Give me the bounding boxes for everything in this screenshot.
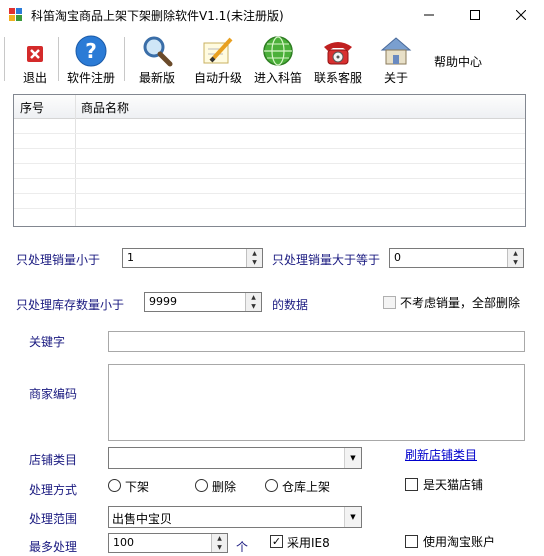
mode-label-delist: 下架	[125, 480, 150, 494]
mode-label-delete: 删除	[212, 480, 237, 494]
help-center-button[interactable]: 帮助中心	[430, 53, 486, 73]
grid-row-line	[14, 163, 525, 164]
max-value: 100	[113, 536, 134, 549]
contact-support-button[interactable]: 联系客服	[310, 35, 366, 85]
chevron-down-icon[interactable]: ▼	[344, 507, 361, 527]
toolbar-separator	[4, 37, 5, 81]
scope-select[interactable]: 出售中宝贝 ▼	[108, 506, 362, 528]
ignore-sales-label: 不考虑销量，全部删除	[400, 296, 521, 310]
close-icon	[516, 10, 526, 20]
auto-upgrade-button[interactable]: 自动升级	[190, 35, 246, 85]
max-spinner[interactable]: 100 ▲ ▼	[108, 533, 228, 553]
stock-lt-value: 9999	[149, 295, 177, 308]
exit-label: 退出	[22, 71, 47, 85]
spin-down-icon[interactable]: ▼	[212, 543, 227, 552]
ignore-sales-checkbox[interactable]	[383, 296, 396, 309]
grid-row-line	[14, 178, 525, 179]
grid-row-line	[14, 133, 525, 134]
sales-lt-label: 只处理销量小于	[16, 253, 101, 267]
latest-version-label: 最新版	[138, 71, 175, 85]
spin-down-icon[interactable]: ▼	[247, 258, 262, 267]
grid-row-line	[14, 208, 525, 209]
sales-gte-spinner[interactable]: 0 ▲ ▼	[389, 248, 524, 268]
column-header-product-name[interactable]: 商品名称	[81, 99, 129, 116]
grid-row-line	[14, 148, 525, 149]
pen-icon	[203, 37, 233, 64]
toolbar-separator	[58, 37, 59, 81]
maximize-button[interactable]	[452, 0, 498, 30]
keyword-label: 关键字	[29, 335, 66, 349]
latest-version-button[interactable]: 最新版	[135, 35, 179, 85]
help-center-label: 帮助中心	[433, 55, 482, 69]
use-ie8-label: 采用IE8	[287, 536, 330, 550]
column-header-index[interactable]: 序号	[20, 99, 44, 116]
minimize-button[interactable]	[406, 0, 452, 30]
globe-icon	[263, 36, 293, 66]
mode-radio-delete[interactable]	[195, 479, 208, 492]
enter-kedi-label: 进入科笛	[253, 71, 302, 85]
tmall-checkbox[interactable]	[405, 478, 418, 491]
toolbar: 退出 ? 软件注册 最新版 自动升级 进入科笛 联系客服 关于 帮助中心	[0, 31, 544, 87]
window-title: 科笛淘宝商品上架下架删除软件V1.1(未注册版)	[31, 9, 284, 23]
mode-radio-warehouse[interactable]	[265, 479, 278, 492]
exit-icon	[27, 46, 43, 62]
enter-kedi-button[interactable]: 进入科笛	[250, 35, 306, 85]
mode-radio-delist[interactable]	[108, 479, 121, 492]
register-label: 软件注册	[66, 71, 115, 85]
merchant-code-textarea[interactable]	[108, 364, 525, 441]
keyword-input[interactable]	[108, 331, 525, 352]
max-label: 最多处理	[29, 540, 78, 554]
register-button[interactable]: ? 软件注册	[63, 35, 119, 85]
app-icon	[9, 8, 22, 21]
column-divider	[75, 95, 76, 226]
house-icon	[380, 37, 412, 65]
grid-row-line	[14, 193, 525, 194]
shop-category-label: 店铺类目	[29, 453, 78, 467]
use-taobao-account-checkbox[interactable]	[405, 535, 418, 548]
mode-label-warehouse: 仓库上架	[282, 480, 331, 494]
spin-up-icon[interactable]: ▲	[247, 249, 262, 258]
contact-support-label: 联系客服	[313, 71, 362, 85]
chevron-down-icon[interactable]: ▼	[344, 448, 361, 468]
merchant-code-label: 商家编码	[29, 387, 78, 401]
refresh-category-link[interactable]: 刷新店铺类目	[405, 446, 477, 463]
spin-up-icon[interactable]: ▲	[246, 293, 261, 302]
sales-lt-value: 1	[127, 251, 134, 264]
auto-upgrade-label: 自动升级	[193, 71, 242, 85]
exit-button[interactable]: 退出	[16, 35, 54, 85]
spin-up-icon[interactable]: ▲	[508, 249, 523, 258]
sales-gte-label: 只处理销量大于等于	[272, 253, 381, 267]
stock-lt-spinner[interactable]: 9999 ▲ ▼	[144, 292, 262, 312]
svg-text:?: ?	[85, 39, 97, 63]
about-button[interactable]: 关于	[376, 35, 416, 85]
help-icon: ?	[75, 35, 107, 67]
toolbar-separator	[124, 37, 125, 81]
maximize-icon	[470, 10, 480, 20]
grid-header: 序号 商品名称	[14, 95, 525, 119]
sales-gte-value: 0	[394, 251, 401, 264]
product-grid[interactable]: 序号 商品名称	[13, 94, 526, 227]
stock-lt-label: 只处理库存数量小于	[16, 298, 125, 312]
tmall-label: 是天猫店铺	[423, 478, 484, 492]
minimize-icon	[424, 14, 434, 16]
use-taobao-account-label: 使用淘宝账户	[423, 535, 496, 549]
close-button[interactable]	[498, 0, 544, 30]
scope-label: 处理范围	[29, 512, 78, 526]
spin-down-icon[interactable]: ▼	[508, 258, 523, 267]
magnifier-icon	[143, 36, 173, 67]
title-bar: 科笛淘宝商品上架下架删除软件V1.1(未注册版)	[0, 0, 544, 30]
telephone-icon	[324, 42, 352, 65]
spin-down-icon[interactable]: ▼	[246, 302, 261, 311]
max-unit: 个	[236, 540, 249, 554]
stock-suffix: 的数据	[272, 298, 309, 312]
shop-category-select[interactable]: ▼	[108, 447, 362, 469]
use-ie8-checkbox[interactable]: ✓	[270, 535, 283, 548]
about-label: 关于	[383, 71, 408, 85]
sales-lt-spinner[interactable]: 1 ▲ ▼	[122, 248, 263, 268]
spin-up-icon[interactable]: ▲	[212, 534, 227, 543]
scope-value: 出售中宝贝	[112, 512, 173, 526]
process-mode-label: 处理方式	[29, 483, 78, 497]
